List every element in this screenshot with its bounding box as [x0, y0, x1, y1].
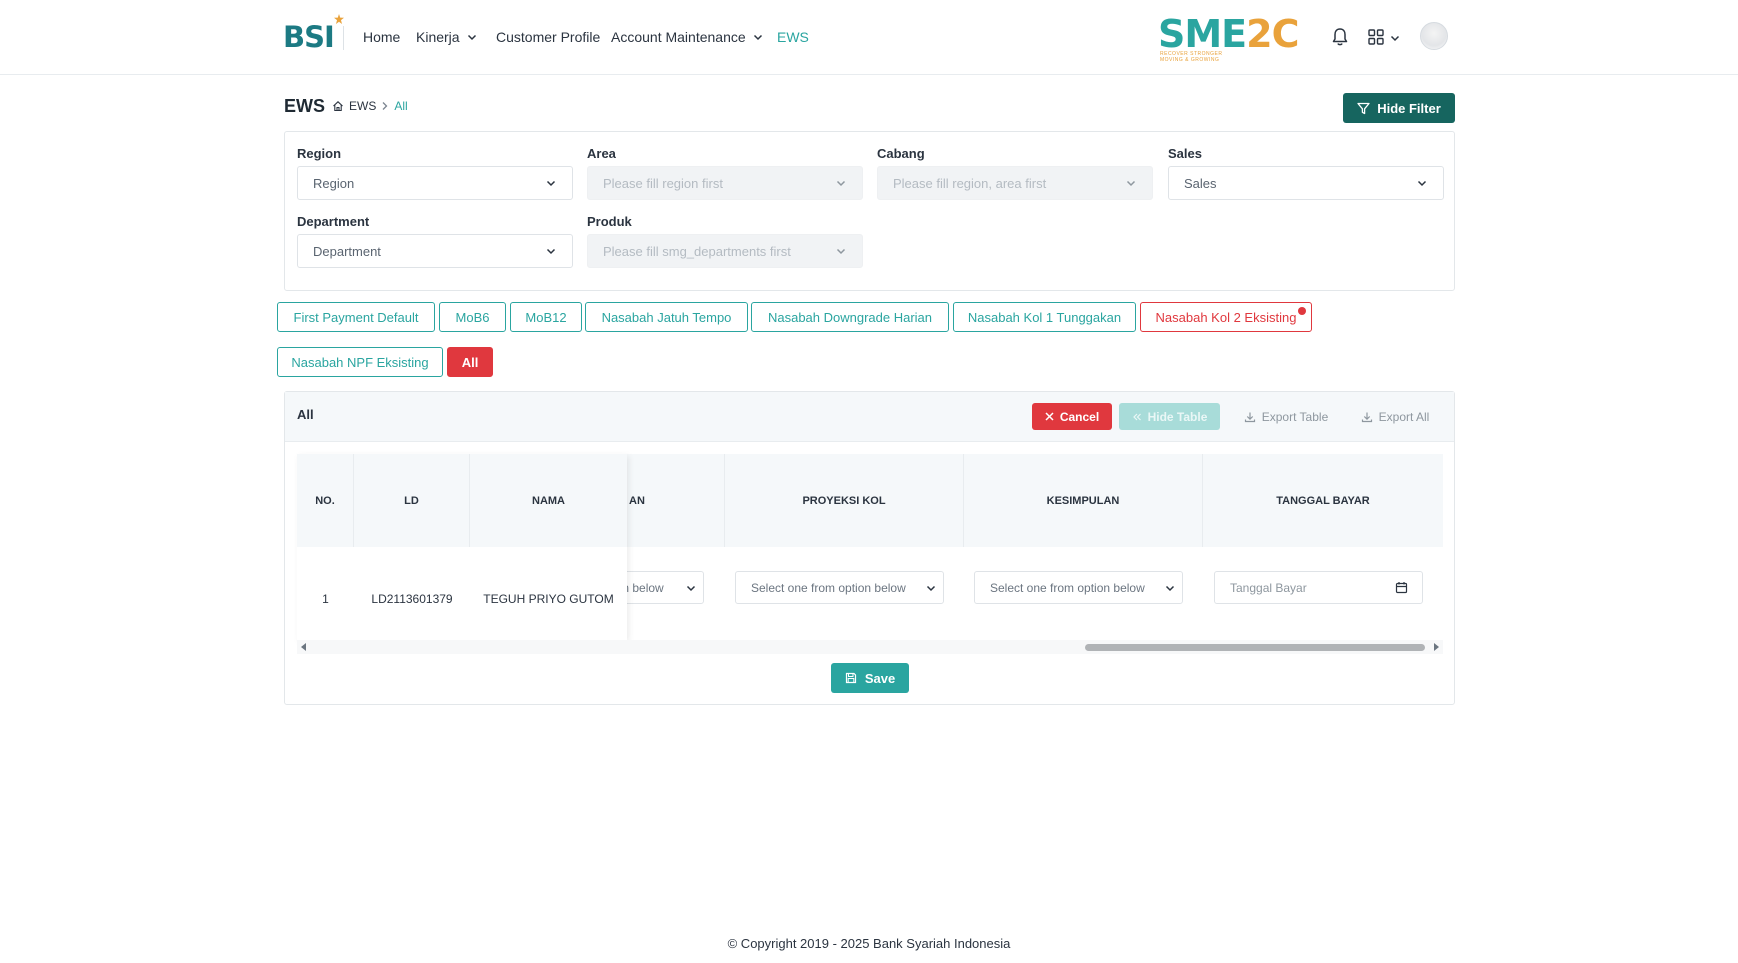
cell-no: 1	[322, 592, 329, 606]
tab-mob6[interactable]: MoB6	[439, 302, 506, 332]
page-title: EWS	[284, 96, 326, 116]
scroll-right-arrow[interactable]	[1434, 643, 1439, 651]
area-select: Please fill region first	[587, 166, 863, 200]
department-select[interactable]: Department	[297, 234, 573, 268]
nav-account-maintenance[interactable]: Account Maintenance	[611, 29, 764, 45]
chevron-down-icon	[546, 180, 556, 187]
chevron-down-icon	[1126, 180, 1136, 187]
chevron-down-icon	[546, 248, 556, 255]
tanggal-bayar-input[interactable]: Tanggal Bayar	[1214, 571, 1423, 604]
save-button[interactable]: Save	[831, 663, 909, 693]
column-header-tanggal-bayar: TANGGAL BAYAR	[1276, 494, 1370, 507]
region-select[interactable]: Region	[297, 166, 573, 200]
column-header-nama: NAMA	[532, 494, 565, 507]
table-card: All Cancel Hide Table Export Table Expor…	[284, 391, 1455, 705]
column-header-no: NO.	[297, 454, 354, 547]
filter-icon	[1357, 102, 1370, 114]
scrollbar-thumb[interactable]	[1085, 644, 1425, 651]
nav-kinerja[interactable]: Kinerja	[416, 29, 478, 45]
bell-icon[interactable]	[1331, 27, 1349, 47]
nav-divider	[343, 26, 344, 50]
chevron-down-icon	[1165, 585, 1175, 591]
column-header-proyeksi-kol: PROYEKSI KOL	[725, 454, 964, 547]
kesimpulan-select[interactable]: Select one from option below	[974, 571, 1183, 604]
produk-select: Please fill smg_departments first	[587, 234, 863, 268]
top-navbar: BSI Home Kinerja Customer Profile Accoun…	[0, 0, 1738, 75]
sticky-header: NO. LD NAMA	[297, 454, 627, 547]
calendar-icon[interactable]	[1395, 581, 1408, 594]
region-label: Region	[297, 146, 342, 161]
column-header-ld: LD	[354, 454, 470, 547]
close-icon	[1045, 412, 1054, 421]
breadcrumb-current: All	[394, 99, 408, 113]
cabang-label: Cabang	[877, 146, 925, 161]
chevron-down-icon[interactable]	[1389, 32, 1401, 44]
save-icon	[845, 672, 856, 684]
tab-first-payment-default[interactable]: First Payment Default	[277, 302, 435, 332]
sales-label: Sales	[1168, 146, 1202, 161]
area-label: Area	[587, 146, 616, 161]
logo-star-icon	[333, 14, 344, 24]
tab-all[interactable]: All	[447, 347, 493, 377]
double-chevron-left-icon	[1132, 413, 1141, 420]
department-label: Department	[297, 214, 370, 229]
hide-filter-button[interactable]: Hide Filter	[1343, 93, 1455, 123]
tab-nasabah-kol-1-tunggakan[interactable]: Nasabah Kol 1 Tunggakan	[953, 302, 1136, 332]
nav-home[interactable]: Home	[363, 29, 400, 45]
cancel-button[interactable]: Cancel	[1032, 403, 1112, 430]
filter-panel: Region Region Area Please fill region fi…	[284, 131, 1455, 291]
download-icon	[1244, 412, 1255, 422]
tab-nasabah-npf-eksisting[interactable]: Nasabah NPF Eksisting	[277, 347, 443, 377]
chevron-down-icon	[753, 34, 762, 41]
chevron-down-icon	[926, 585, 936, 591]
cell-nama: TEGUH PRIYO GUTOM	[483, 592, 614, 606]
chevron-down-icon	[836, 180, 846, 187]
notification-dot	[1298, 307, 1306, 315]
avatar[interactable]	[1420, 22, 1448, 50]
cabang-select: Please fill region, area first	[877, 166, 1153, 200]
tab-nasabah-downgrade-harian[interactable]: Nasabah Downgrade Harian	[751, 302, 949, 332]
chevron-down-icon	[1417, 180, 1427, 187]
chevron-right-icon	[382, 102, 388, 110]
scroll-left-arrow[interactable]	[301, 643, 306, 651]
breadcrumb: EWS All	[332, 99, 408, 113]
chevron-down-icon	[467, 34, 476, 41]
tab-mob12[interactable]: MoB12	[510, 302, 582, 332]
export-all-button[interactable]: Export All	[1351, 403, 1439, 430]
nav-customer-profile[interactable]: Customer Profile	[496, 29, 600, 45]
tab-nasabah-jatuh-tempo[interactable]: Nasabah Jatuh Tempo	[585, 302, 748, 332]
sme-2c-logo: SME2C RECOVER STRONGER MOVING & GROWING	[1158, 12, 1299, 63]
bsi-logo[interactable]: BSI	[283, 14, 344, 54]
nav-ews[interactable]: EWS	[777, 29, 809, 45]
tab-nasabah-kol-2-eksisting[interactable]: Nasabah Kol 2 Eksisting	[1140, 302, 1312, 332]
breadcrumb-root[interactable]: EWS	[349, 99, 376, 113]
column-header-kesimpulan: KESIMPULAN	[964, 454, 1203, 547]
card-header: All Cancel Hide Table Export Table Expor…	[285, 392, 1454, 442]
sticky-columns: NO. LD NAMA 1 LD2113601379 TEGUH PRIYO G…	[297, 454, 627, 640]
download-icon	[1361, 412, 1372, 422]
chevron-down-icon	[686, 585, 696, 591]
sales-select[interactable]: Sales	[1168, 166, 1444, 200]
home-icon	[333, 101, 343, 112]
card-title: All	[297, 407, 314, 422]
proyeksi-kol-select[interactable]: Select one from option below	[735, 571, 944, 604]
apps-grid-icon[interactable]	[1368, 29, 1384, 45]
horizontal-scrollbar[interactable]	[297, 640, 1443, 654]
column-header-partial: AN	[627, 454, 725, 547]
cell-ld: LD2113601379	[371, 592, 453, 606]
produk-label: Produk	[587, 214, 632, 229]
chevron-down-icon	[836, 248, 846, 255]
export-table-button[interactable]: Export Table	[1235, 403, 1337, 430]
footer-copyright: © Copyright 2019 - 2025 Bank Syariah Ind…	[727, 936, 1011, 951]
hide-table-button[interactable]: Hide Table	[1119, 403, 1220, 430]
